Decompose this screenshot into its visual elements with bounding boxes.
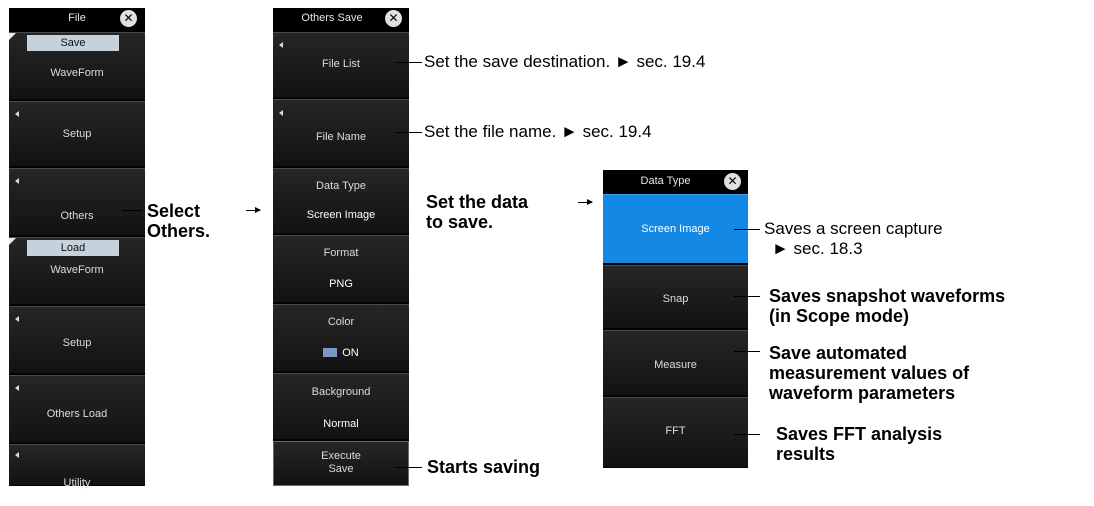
key-label: Setup — [62, 128, 92, 140]
callout-line: (in Scope mode) — [769, 306, 910, 326]
background-key[interactable]: Background Normal — [273, 373, 409, 440]
key-value: Normal — [323, 418, 359, 430]
callout-line: Set the data — [426, 192, 529, 212]
arrow-left-icon — [279, 42, 283, 48]
arrow-right-icon — [246, 207, 261, 213]
arrow-left-icon — [279, 110, 283, 116]
file-list-key[interactable]: File List — [273, 32, 409, 98]
arrow-right-icon — [578, 199, 593, 205]
key-label: Others Load — [46, 408, 108, 420]
callout-line: Saves snapshot waveforms — [769, 286, 1006, 306]
key-label: Others — [60, 210, 94, 222]
key-label: Format — [323, 247, 359, 259]
leader-line — [122, 210, 142, 211]
key-label: Utility — [63, 477, 91, 489]
key-label: Setup — [62, 337, 92, 349]
screen-image-callout: Saves a screen capture ► sec. 18.3 — [764, 219, 943, 259]
callout-line: Others. — [147, 221, 211, 241]
execute-callout: Starts saving — [427, 457, 541, 477]
checkbox-icon — [323, 348, 338, 357]
select-others-callout: Select Others. — [147, 201, 210, 241]
callout-line: results — [776, 444, 836, 464]
arrow-left-icon — [15, 178, 19, 184]
data-type-title: Data Type — [640, 175, 691, 187]
save-others-key[interactable]: Others — [9, 168, 145, 236]
key-label: WaveForm — [50, 67, 104, 79]
file-menu-panel: File ✕ Save WaveForm Setup Others Load W… — [9, 8, 145, 489]
callout-line: Saves a screen capture — [764, 219, 943, 238]
load-waveform-key[interactable]: Load WaveForm — [9, 237, 145, 305]
color-value: ON — [342, 347, 359, 359]
close-icon[interactable]: ✕ — [120, 10, 137, 27]
others-save-title: Others Save — [301, 12, 363, 24]
key-value: PNG — [329, 278, 353, 290]
file-name-callout: Set the file name. ► sec. 19.4 — [424, 122, 652, 141]
screen-image-option[interactable]: Screen Image — [603, 194, 748, 264]
fft-option[interactable]: FFT — [603, 397, 748, 468]
leader-line — [734, 229, 760, 230]
key-label: Data Type — [316, 180, 366, 192]
key-label: Snap — [662, 293, 689, 305]
close-icon[interactable]: ✕ — [385, 10, 402, 27]
save-waveform-key[interactable]: Save WaveForm — [9, 32, 145, 100]
callout-line: ► sec. 18.3 — [772, 239, 863, 258]
close-icon[interactable]: ✕ — [724, 173, 741, 190]
key-label: File Name — [315, 131, 367, 143]
format-key[interactable]: Format PNG — [273, 235, 409, 303]
key-label: Measure — [654, 359, 697, 371]
callout-line: to save. — [426, 212, 494, 232]
data-type-panel: Data Type ✕ Screen Image Snap Measure FF… — [603, 170, 748, 468]
utility-key[interactable]: Utility — [9, 444, 145, 489]
key-label: Save — [328, 463, 354, 475]
key-label: Screen Image — [641, 223, 710, 235]
leader-line — [734, 296, 760, 297]
key-label: Background — [311, 386, 371, 398]
color-key[interactable]: Color ON — [273, 304, 409, 372]
others-load-key[interactable]: Others Load — [9, 375, 145, 443]
tab-notch — [9, 33, 16, 40]
callout-line: Saves FFT analysis — [776, 424, 943, 444]
load-tab: Load — [27, 240, 119, 256]
arrow-left-icon — [15, 111, 19, 117]
key-label: Color — [327, 316, 355, 328]
key-label: File List — [322, 58, 360, 70]
measure-callout: Save automated measurement values of wav… — [769, 343, 969, 403]
callout-line: Select — [147, 201, 201, 221]
leader-line — [396, 62, 422, 63]
leader-line — [396, 132, 422, 133]
arrow-left-icon — [15, 316, 19, 322]
fft-callout: Saves FFT analysis results — [776, 424, 942, 464]
file-list-callout: Set the save destination. ► sec. 19.4 — [424, 52, 706, 71]
snap-callout: Saves snapshot waveforms (in Scope mode) — [769, 286, 1005, 326]
callout-line: measurement values of — [769, 363, 970, 383]
leader-line — [396, 467, 422, 468]
save-tab: Save — [27, 35, 119, 51]
others-save-panel: Others Save ✕ File List File Name Data T… — [273, 8, 409, 486]
leader-line — [734, 434, 760, 435]
execute-save-key[interactable]: Execute Save — [273, 441, 409, 486]
callout-line: Save automated — [769, 343, 908, 363]
key-value: ON — [273, 347, 409, 359]
data-type-callout: Set the data to save. — [426, 192, 528, 232]
key-label: WaveForm — [50, 264, 104, 276]
save-setup-key[interactable]: Setup — [9, 101, 145, 167]
arrow-left-icon — [15, 452, 19, 458]
arrow-left-icon — [15, 385, 19, 391]
measure-option[interactable]: Measure — [603, 330, 748, 396]
leader-line — [734, 351, 760, 352]
load-setup-key[interactable]: Setup — [9, 306, 145, 374]
snap-option[interactable]: Snap — [603, 265, 748, 329]
tab-notch — [9, 238, 16, 245]
key-label: FFT — [665, 425, 686, 437]
key-value: Screen Image — [306, 209, 376, 221]
callout-line: waveform parameters — [769, 383, 956, 403]
file-name-key[interactable]: File Name — [273, 99, 409, 167]
data-type-key[interactable]: Data Type Screen Image — [273, 168, 409, 234]
key-label: Execute — [321, 450, 361, 462]
